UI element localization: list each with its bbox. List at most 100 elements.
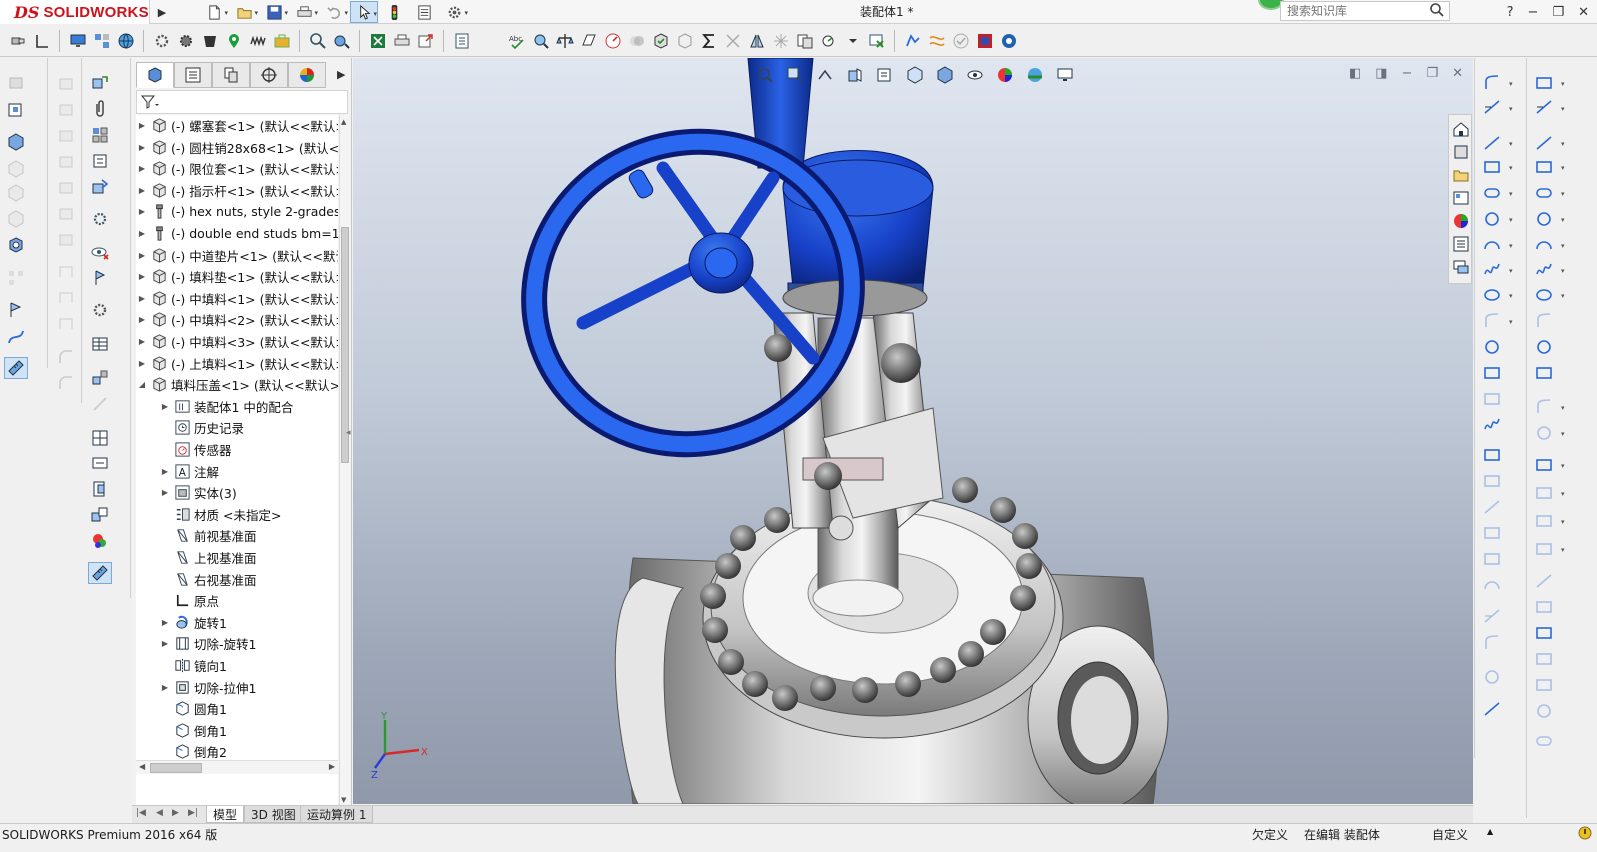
sketch-tool-dropdown-icon[interactable]: ▾ <box>1561 518 1565 526</box>
tree-node[interactable]: 历史记录 <box>159 417 244 438</box>
sketch-tool-15[interactable] <box>1479 444 1505 466</box>
split-view-left-button[interactable]: ◧ <box>1349 66 1361 81</box>
feature-tool-10[interactable] <box>54 312 78 334</box>
insert-component-button[interactable] <box>6 29 29 53</box>
open-document-button[interactable]: ▾ <box>230 1 258 23</box>
sketch-tool-7[interactable] <box>1479 234 1505 256</box>
sketch-tool-dropdown-icon[interactable]: ▾ <box>1561 292 1565 300</box>
sketch-tool-dropdown-icon[interactable]: ▾ <box>1561 404 1565 412</box>
viewport-restore-button[interactable]: ❐ <box>1426 66 1438 81</box>
assembly-tool-1[interactable] <box>4 72 28 94</box>
feature-tool-11[interactable] <box>54 346 78 368</box>
show-hidden-tool[interactable] <box>88 208 112 230</box>
assembly-tool-8[interactable] <box>4 267 28 289</box>
expand-arrow-icon[interactable]: ▶ <box>136 164 148 173</box>
panel-collapse-handle[interactable]: ◂ <box>346 428 351 438</box>
sketch-tool-12[interactable] <box>1531 362 1557 384</box>
scroll-right-arrow[interactable]: ▶ <box>329 762 335 771</box>
move-component-tool[interactable] <box>88 176 112 198</box>
sketch-tool-dropdown-icon[interactable]: ▾ <box>1561 546 1565 554</box>
edit-appearance-button[interactable] <box>993 64 1017 86</box>
tree-node[interactable]: 右视基准面 <box>159 569 257 590</box>
sketch-tool-dropdown-icon[interactable]: ▾ <box>1561 164 1565 172</box>
tree-node[interactable]: 原点 <box>159 590 219 611</box>
expand-arrow-icon[interactable]: ▶ <box>136 359 148 368</box>
file-properties-button[interactable] <box>410 1 438 23</box>
sketch-tool-18[interactable] <box>1531 538 1557 560</box>
expand-arrow-icon[interactable]: ▶ <box>159 683 171 692</box>
sketch-tool-20[interactable] <box>1531 596 1557 618</box>
sketch-tool-11[interactable] <box>1531 336 1557 358</box>
units-dropdown-icon[interactable]: ▲ <box>1487 827 1493 836</box>
sketch-tool-dropdown-icon[interactable]: ▾ <box>1509 164 1513 172</box>
assembly-tool-4[interactable] <box>4 158 28 180</box>
viewport-minimize-button[interactable]: − <box>1402 66 1413 81</box>
web-button[interactable] <box>114 29 137 53</box>
dynamic-annotation-button[interactable] <box>873 64 897 86</box>
zoom-to-fit-button[interactable] <box>753 64 777 86</box>
feature-tool-4[interactable] <box>54 150 78 172</box>
expand-arrow-icon[interactable]: ▶ <box>136 207 148 216</box>
check-button[interactable] <box>601 29 624 53</box>
sketch-tool-5[interactable] <box>1531 182 1557 204</box>
sketch-tool-24[interactable] <box>1531 700 1557 722</box>
insert-components-tool[interactable] <box>88 72 112 94</box>
close-button[interactable]: ✕ <box>1578 5 1589 20</box>
tree-node[interactable]: ▶ 装配体1 中的配合 <box>159 396 294 417</box>
sketch-tool-dropdown-icon[interactable]: ▾ <box>1509 216 1513 224</box>
sketch-tool-dropdown-icon[interactable]: ▾ <box>1561 190 1565 198</box>
rebuild-button[interactable] <box>380 1 408 23</box>
tree-node[interactable]: 圆角1 <box>159 698 227 719</box>
sketch-tool-8[interactable] <box>1531 259 1557 281</box>
zoom-area-button[interactable] <box>783 64 807 86</box>
clearance-button[interactable] <box>673 29 696 53</box>
instant-3d-ruler-button[interactable] <box>88 562 112 584</box>
section-view-button[interactable] <box>843 64 867 86</box>
custom-properties-tab[interactable] <box>1451 234 1471 254</box>
sketch-tool-14[interactable] <box>1531 422 1557 444</box>
expand-arrow-icon[interactable]: ▶ <box>136 315 148 324</box>
status-units-selector[interactable]: 自定义 <box>1432 826 1468 843</box>
sketch-tool-dropdown-icon[interactable]: ▾ <box>1509 190 1513 198</box>
sketch-tool-19[interactable] <box>1479 548 1505 570</box>
sketch-tool-dropdown-icon[interactable]: ▾ <box>1561 80 1565 88</box>
tree-node[interactable]: ◢ 填料压盖<1> (默认<<默认>_ <box>136 374 338 395</box>
sketch-tool-25[interactable] <box>1531 730 1557 752</box>
tree-node[interactable]: ▶ A 注解 <box>159 461 219 482</box>
split-view-right-button[interactable]: ◨ <box>1375 66 1387 81</box>
sketch-tool-19[interactable] <box>1531 570 1557 592</box>
bucket-button[interactable] <box>198 29 221 53</box>
sketch-tool-17[interactable] <box>1531 510 1557 532</box>
graphics-viewport[interactable]: ◧ ◨ − ❐ ✕ Y X Z <box>353 58 1473 804</box>
sketch-tool-10[interactable] <box>1479 310 1505 332</box>
toolbox-button[interactable] <box>270 29 293 53</box>
sketch-tool-dropdown-icon[interactable]: ▾ <box>1561 462 1565 470</box>
assembly-tool-2[interactable] <box>4 99 28 121</box>
sketch-tool-dropdown-icon[interactable]: ▾ <box>1561 267 1565 275</box>
tree-node[interactable]: ▶ 切除-拉伸1 <box>159 677 257 698</box>
appearance-tool[interactable] <box>88 530 112 552</box>
tab-nav-first[interactable]: |◀ <box>136 808 146 818</box>
tree-node[interactable]: ▶ (-) 圆柱销28x68<1> (默认<< <box>136 137 338 158</box>
tree-node[interactable]: ▶ (-) 指示杆<1> (默认<<默认>_ <box>136 180 338 201</box>
help-icon[interactable]: ? <box>1507 5 1514 20</box>
feature-tool-6[interactable] <box>54 202 78 224</box>
display-button[interactable] <box>66 29 89 53</box>
appearances-tab[interactable] <box>1451 211 1471 231</box>
sketch-tool-4[interactable] <box>1531 156 1557 178</box>
section-button[interactable] <box>577 29 600 53</box>
assembly-tool-6[interactable] <box>4 208 28 230</box>
sketch-tool-dropdown-icon[interactable]: ▾ <box>1561 140 1565 148</box>
sketch-tool-1[interactable] <box>1531 72 1557 94</box>
feature-tool-3[interactable] <box>54 124 78 146</box>
symmetry-button[interactable] <box>745 29 768 53</box>
tree-node[interactable]: ▶ (-) 中填料<2> (默认<<默认>_ <box>136 309 338 330</box>
tree-node[interactable]: 倒角1 <box>159 720 227 741</box>
tree-node[interactable]: 镜向1 <box>159 655 227 676</box>
export-button[interactable] <box>414 29 437 53</box>
sketch-tool-dropdown-icon[interactable]: ▾ <box>1561 242 1565 250</box>
sketch-tool-9[interactable] <box>1479 284 1505 306</box>
sketch-tool-dropdown-icon[interactable]: ▾ <box>1561 430 1565 438</box>
tree-node[interactable]: 传感器 <box>159 439 232 460</box>
inspect-button[interactable] <box>529 29 552 53</box>
